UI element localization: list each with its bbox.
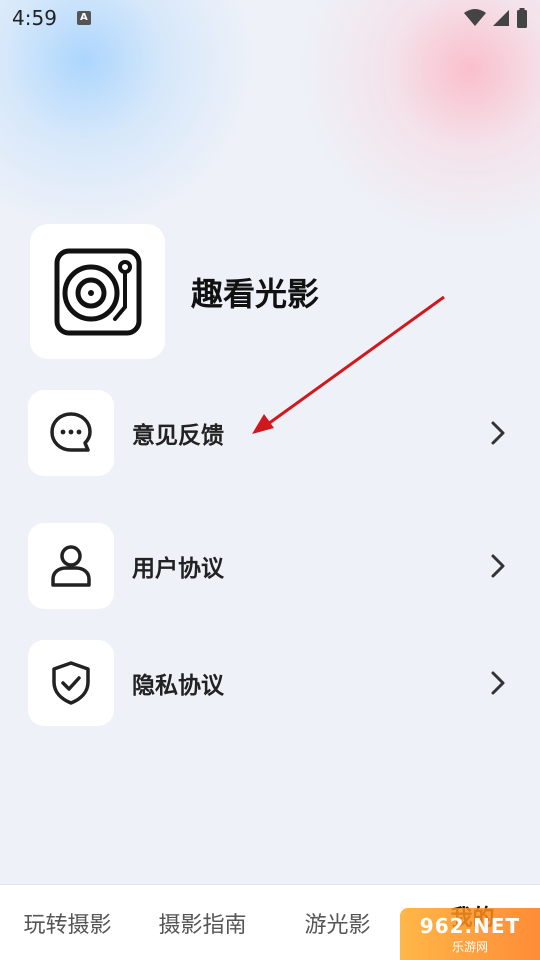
- menu-item-user-agreement[interactable]: 用户协议: [28, 523, 518, 609]
- menu-label-privacy-agreement: 隐私协议: [132, 673, 224, 699]
- chevron-right-icon: [491, 554, 505, 578]
- site-watermark: 962.NET 乐游网: [400, 908, 540, 960]
- shield-check-icon: [52, 661, 90, 705]
- background-gradient: [0, 0, 540, 960]
- tab-photography-guide[interactable]: 摄影指南: [135, 907, 270, 939]
- chevron-right-icon: [491, 671, 505, 695]
- menu-icon-box: [28, 640, 114, 726]
- app-name: 趣看光影: [191, 274, 320, 313]
- watermark-top-text: 962.NET: [419, 913, 521, 938]
- notification-icon: A: [76, 11, 91, 25]
- menu-label-user-agreement: 用户协议: [132, 556, 224, 582]
- chevron-right-icon: [491, 421, 505, 445]
- signal-icon: [493, 10, 509, 26]
- tab-light-travel[interactable]: 游光影: [270, 907, 405, 939]
- menu-item-privacy-agreement[interactable]: 隐私协议: [28, 640, 518, 726]
- tab-play-photography[interactable]: 玩转摄影: [0, 907, 135, 939]
- menu-icon-box: [28, 390, 114, 476]
- wifi-icon: [464, 9, 486, 26]
- battery-icon: [517, 8, 527, 28]
- chat-bubble-icon: [50, 412, 92, 452]
- status-indicators: [464, 8, 528, 28]
- app-logo: [30, 224, 165, 359]
- turntable-icon: [54, 248, 141, 335]
- menu-icon-box: [28, 523, 114, 609]
- app-header: 趣看光影: [30, 224, 319, 359]
- watermark-bottom-text: 乐游网: [451, 939, 488, 954]
- menu-item-feedback[interactable]: 意见反馈: [28, 390, 518, 476]
- menu-label-feedback: 意见反馈: [132, 423, 224, 449]
- status-time: 4:59: [12, 6, 57, 30]
- user-icon: [51, 545, 91, 587]
- status-bar: 4:59 A: [0, 0, 540, 36]
